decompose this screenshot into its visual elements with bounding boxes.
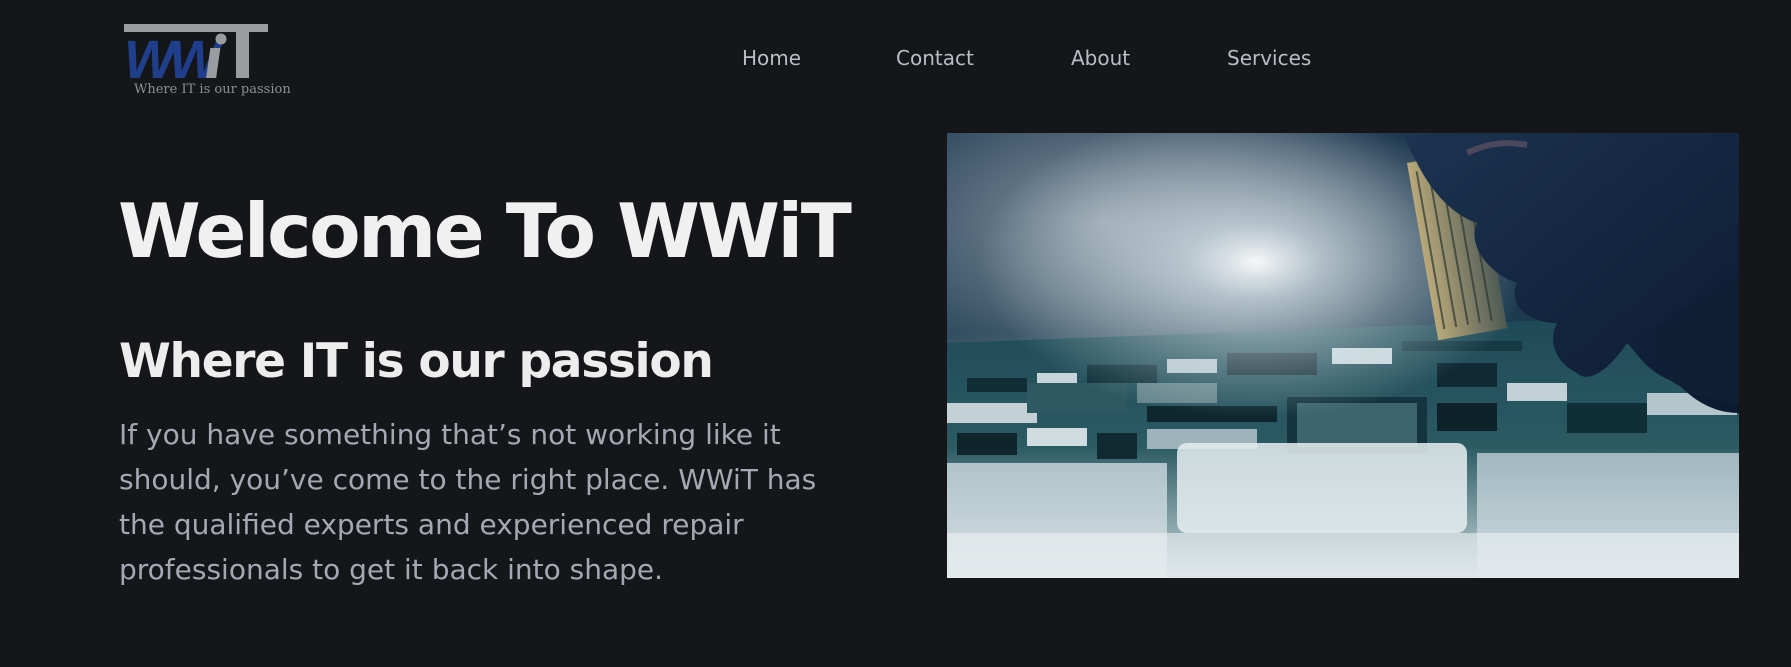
nav-services-link[interactable]: Services (1227, 46, 1311, 70)
hero-subtitle: Where IT is our passion (119, 334, 714, 389)
logo-tagline: Where IT is our passion (134, 82, 291, 97)
nav-contact-link[interactable]: Contact (896, 46, 974, 70)
circuit-board-image (947, 133, 1739, 578)
hero-title: Welcome To WWiT (118, 187, 852, 275)
nav-home-link[interactable]: Home (742, 46, 801, 70)
hero-image (947, 133, 1739, 578)
nav-about-link[interactable]: About (1071, 46, 1130, 70)
page: WW Where IT is our passion Home Contact … (0, 0, 1791, 667)
hero-description: If you have something that’s not working… (119, 418, 817, 586)
